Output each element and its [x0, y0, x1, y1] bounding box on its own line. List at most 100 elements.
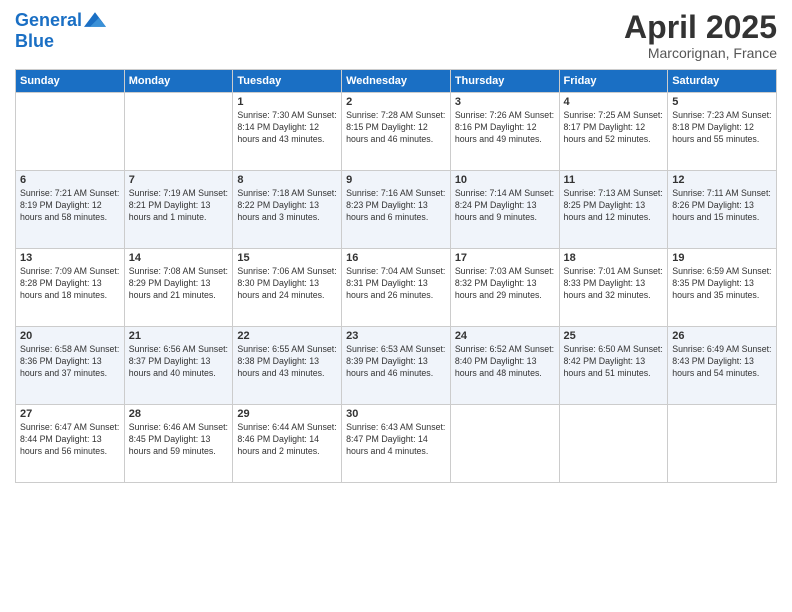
calendar-week-1: 1 Sunrise: 7:30 AM Sunset: 8:14 PM Daylig… [16, 93, 777, 171]
logo: General Blue [15, 10, 106, 52]
day-info: Sunrise: 6:46 AM Sunset: 8:45 PM Dayligh… [129, 422, 229, 458]
day-number: 4 [564, 96, 664, 108]
col-tuesday: Tuesday [233, 70, 342, 93]
calendar-cell-w4-d6: 25 Sunrise: 6:50 AM Sunset: 8:42 PM Dayli… [559, 327, 668, 405]
calendar-cell-w5-d3: 29 Sunrise: 6:44 AM Sunset: 8:46 PM Dayli… [233, 405, 342, 483]
calendar-cell-w3-d2: 14 Sunrise: 7:08 AM Sunset: 8:29 PM Dayli… [124, 249, 233, 327]
day-number: 11 [564, 174, 664, 186]
day-number: 17 [455, 252, 555, 264]
calendar-cell-w2-d3: 8Sunrise: 7:18 AM Sunset: 8:22 PM Daylig… [233, 171, 342, 249]
day-info: Sunrise: 6:52 AM Sunset: 8:40 PM Dayligh… [455, 344, 555, 380]
calendar-cell-w1-d5: 3 Sunrise: 7:26 AM Sunset: 8:16 PM Daylig… [450, 93, 559, 171]
day-info: Sunrise: 7:06 AM Sunset: 8:30 PM Dayligh… [237, 266, 337, 302]
calendar-cell-w5-d4: 30 Sunrise: 6:43 AM Sunset: 8:47 PM Dayli… [342, 405, 451, 483]
day-info: Sunrise: 7:14 AM Sunset: 8:24 PM Dayligh… [455, 188, 555, 224]
day-info: Sunrise: 7:23 AM Sunset: 8:18 PM Dayligh… [672, 110, 772, 146]
calendar-cell-w2-d1: 6Sunrise: 7:21 AM Sunset: 8:19 PM Daylig… [16, 171, 125, 249]
day-number: 24 [455, 330, 555, 342]
day-info: Sunrise: 7:03 AM Sunset: 8:32 PM Dayligh… [455, 266, 555, 302]
day-info: Sunrise: 7:01 AM Sunset: 8:33 PM Dayligh… [564, 266, 664, 302]
day-number: 10 [455, 174, 555, 186]
day-info: Sunrise: 7:08 AM Sunset: 8:29 PM Dayligh… [129, 266, 229, 302]
calendar-cell-w1-d4: 2Sunrise: 7:28 AM Sunset: 8:15 PM Daylig… [342, 93, 451, 171]
calendar-cell-w3-d1: 13 Sunrise: 7:09 AM Sunset: 8:28 PM Dayli… [16, 249, 125, 327]
calendar-cell-w5-d7 [668, 405, 777, 483]
calendar-header-row: Sunday Monday Tuesday Wednesday Thursday… [16, 70, 777, 93]
day-info: Sunrise: 6:43 AM Sunset: 8:47 PM Dayligh… [346, 422, 446, 458]
calendar-cell-w3-d5: 17 Sunrise: 7:03 AM Sunset: 8:32 PM Dayli… [450, 249, 559, 327]
day-info: Sunrise: 6:44 AM Sunset: 8:46 PM Dayligh… [237, 422, 337, 458]
day-number: 25 [564, 330, 664, 342]
calendar-cell-w2-d5: 10 Sunrise: 7:14 AM Sunset: 8:24 PM Dayli… [450, 171, 559, 249]
day-info: Sunrise: 6:50 AM Sunset: 8:42 PM Dayligh… [564, 344, 664, 380]
calendar-cell-w4-d7: 26 Sunrise: 6:49 AM Sunset: 8:43 PM Dayli… [668, 327, 777, 405]
day-number: 30 [346, 408, 446, 420]
day-number: 29 [237, 408, 337, 420]
day-number: 3 [455, 96, 555, 108]
day-number: 18 [564, 252, 664, 264]
calendar-cell-w5-d2: 28 Sunrise: 6:46 AM Sunset: 8:45 PM Dayli… [124, 405, 233, 483]
calendar-cell-w2-d4: 9 Sunrise: 7:16 AM Sunset: 8:23 PM Daylig… [342, 171, 451, 249]
day-number: 7 [129, 174, 229, 186]
page: General Blue April 2025 Marcorignan, Fra… [0, 0, 792, 612]
day-info: Sunrise: 7:09 AM Sunset: 8:28 PM Dayligh… [20, 266, 120, 302]
day-info: Sunrise: 7:11 AM Sunset: 8:26 PM Dayligh… [672, 188, 772, 224]
calendar-cell-w3-d3: 15 Sunrise: 7:06 AM Sunset: 8:30 PM Dayli… [233, 249, 342, 327]
day-info: Sunrise: 7:28 AM Sunset: 8:15 PM Dayligh… [346, 110, 446, 146]
calendar-cell-w4-d4: 23 Sunrise: 6:53 AM Sunset: 8:39 PM Dayli… [342, 327, 451, 405]
day-number: 14 [129, 252, 229, 264]
day-number: 19 [672, 252, 772, 264]
day-number: 15 [237, 252, 337, 264]
day-info: Sunrise: 6:53 AM Sunset: 8:39 PM Dayligh… [346, 344, 446, 380]
day-number: 5 [672, 96, 772, 108]
calendar-cell-w3-d6: 18 Sunrise: 7:01 AM Sunset: 8:33 PM Dayli… [559, 249, 668, 327]
day-info: Sunrise: 7:26 AM Sunset: 8:16 PM Dayligh… [455, 110, 555, 146]
header: General Blue April 2025 Marcorignan, Fra… [15, 10, 777, 61]
calendar-cell-w3-d7: 19Sunrise: 6:59 AM Sunset: 8:35 PM Dayli… [668, 249, 777, 327]
location: Marcorignan, France [624, 45, 777, 61]
calendar-cell-w1-d3: 1 Sunrise: 7:30 AM Sunset: 8:14 PM Daylig… [233, 93, 342, 171]
day-info: Sunrise: 6:58 AM Sunset: 8:36 PM Dayligh… [20, 344, 120, 380]
day-info: Sunrise: 7:16 AM Sunset: 8:23 PM Dayligh… [346, 188, 446, 224]
logo-blue: Blue [15, 32, 106, 52]
calendar-cell-w4-d5: 24 Sunrise: 6:52 AM Sunset: 8:40 PM Dayli… [450, 327, 559, 405]
day-number: 1 [237, 96, 337, 108]
day-number: 13 [20, 252, 120, 264]
col-wednesday: Wednesday [342, 70, 451, 93]
col-saturday: Saturday [668, 70, 777, 93]
calendar-cell-w4-d2: 21Sunrise: 6:56 AM Sunset: 8:37 PM Dayli… [124, 327, 233, 405]
day-info: Sunrise: 6:55 AM Sunset: 8:38 PM Dayligh… [237, 344, 337, 380]
calendar-cell-w4-d3: 22 Sunrise: 6:55 AM Sunset: 8:38 PM Dayli… [233, 327, 342, 405]
day-info: Sunrise: 7:13 AM Sunset: 8:25 PM Dayligh… [564, 188, 664, 224]
calendar-table: Sunday Monday Tuesday Wednesday Thursday… [15, 69, 777, 483]
day-number: 26 [672, 330, 772, 342]
calendar-cell-w5-d1: 27Sunrise: 6:47 AM Sunset: 8:44 PM Dayli… [16, 405, 125, 483]
calendar-week-3: 13 Sunrise: 7:09 AM Sunset: 8:28 PM Dayli… [16, 249, 777, 327]
day-number: 9 [346, 174, 446, 186]
day-info: Sunrise: 6:47 AM Sunset: 8:44 PM Dayligh… [20, 422, 120, 458]
calendar-cell-w1-d6: 4 Sunrise: 7:25 AM Sunset: 8:17 PM Daylig… [559, 93, 668, 171]
day-number: 20 [20, 330, 120, 342]
col-friday: Friday [559, 70, 668, 93]
col-monday: Monday [124, 70, 233, 93]
col-thursday: Thursday [450, 70, 559, 93]
calendar-cell-w2-d2: 7Sunrise: 7:19 AM Sunset: 8:21 PM Daylig… [124, 171, 233, 249]
month-title: April 2025 [624, 10, 777, 45]
day-info: Sunrise: 6:56 AM Sunset: 8:37 PM Dayligh… [129, 344, 229, 380]
logo-icon [84, 10, 106, 32]
day-info: Sunrise: 6:49 AM Sunset: 8:43 PM Dayligh… [672, 344, 772, 380]
calendar-cell-w5-d5 [450, 405, 559, 483]
calendar-week-5: 27Sunrise: 6:47 AM Sunset: 8:44 PM Dayli… [16, 405, 777, 483]
day-number: 16 [346, 252, 446, 264]
day-info: Sunrise: 7:30 AM Sunset: 8:14 PM Dayligh… [237, 110, 337, 146]
day-number: 22 [237, 330, 337, 342]
calendar-cell-w1-d2 [124, 93, 233, 171]
day-number: 28 [129, 408, 229, 420]
day-info: Sunrise: 7:25 AM Sunset: 8:17 PM Dayligh… [564, 110, 664, 146]
day-number: 23 [346, 330, 446, 342]
calendar-cell-w5-d6 [559, 405, 668, 483]
day-number: 6 [20, 174, 120, 186]
calendar-cell-w1-d7: 5 Sunrise: 7:23 AM Sunset: 8:18 PM Daylig… [668, 93, 777, 171]
calendar-week-2: 6Sunrise: 7:21 AM Sunset: 8:19 PM Daylig… [16, 171, 777, 249]
calendar-cell-w1-d1 [16, 93, 125, 171]
